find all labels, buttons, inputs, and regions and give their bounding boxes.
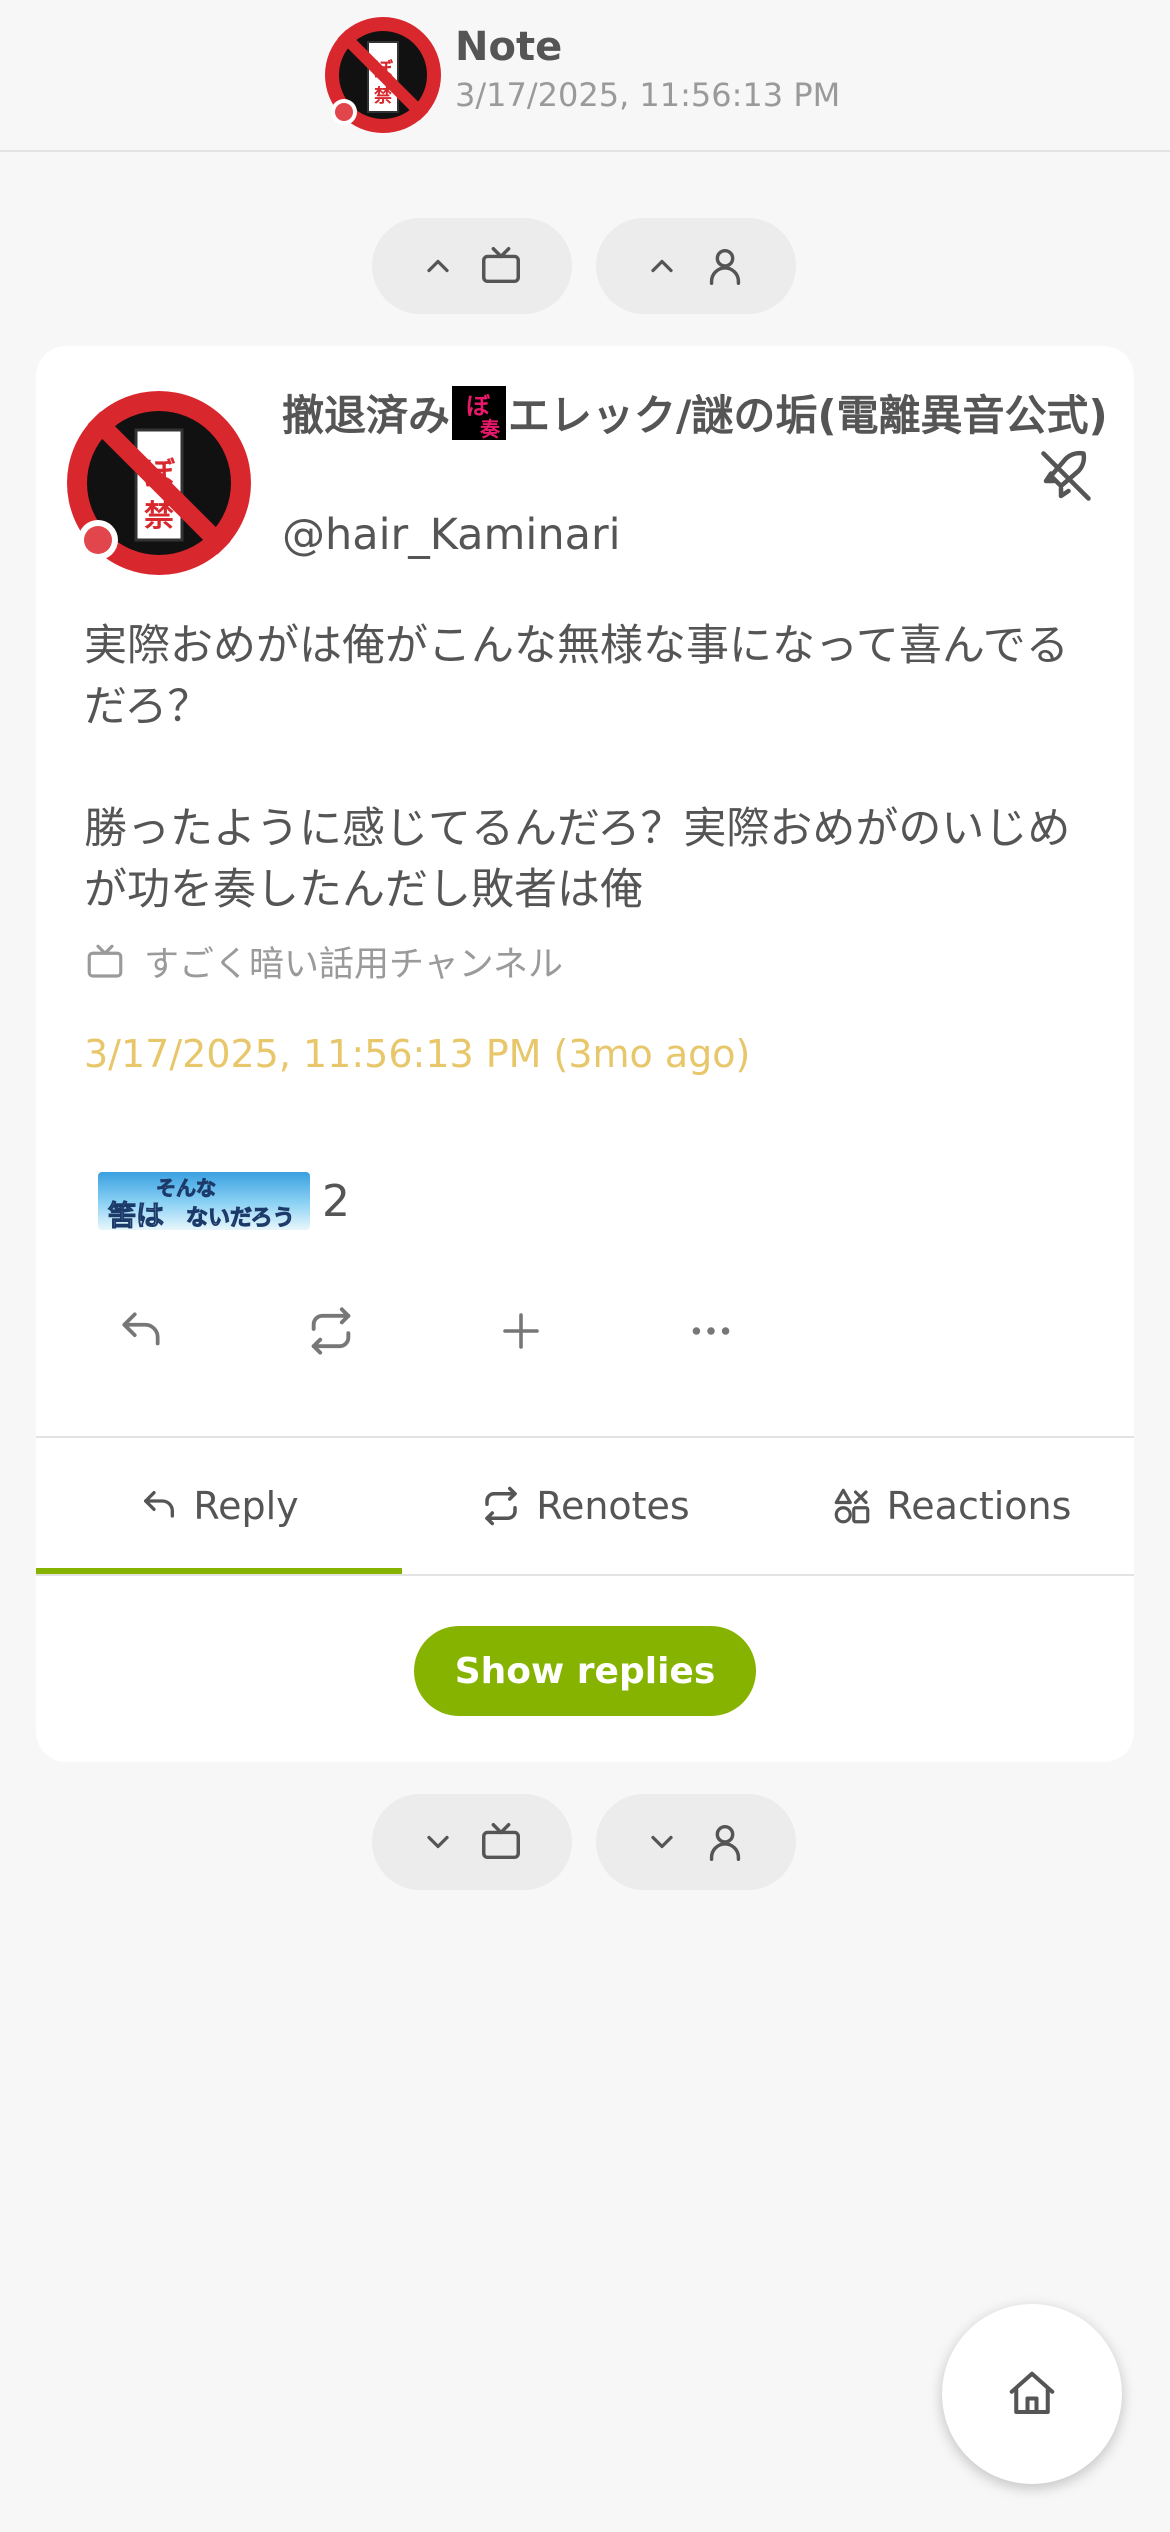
prev-channel-note-button[interactable] <box>372 218 572 314</box>
home-button[interactable] <box>942 2304 1122 2484</box>
reply-icon <box>122 1312 160 1346</box>
add-reaction-button[interactable] <box>486 1296 556 1366</box>
tv-icon <box>482 247 520 284</box>
note-actions <box>106 1296 806 1376</box>
prev-user-note-button[interactable] <box>596 218 796 314</box>
reactions-icon <box>834 1488 869 1524</box>
tab-label: Reactions <box>886 1484 1072 1528</box>
note-timestamp[interactable]: 3/17/2025, 11:56:13 PM (3mo ago) <box>84 1032 750 1076</box>
reaction-emoji-text: そんな <box>156 1176 217 1201</box>
chevron-up-icon <box>427 259 449 273</box>
note-text: 実際おめがは俺がこんな無様な事になって喜んでるだろ？ 勝ったように感じてるんだろ… <box>84 621 1071 915</box>
more-button[interactable] <box>676 1296 746 1366</box>
home-icon <box>1009 2371 1055 2415</box>
page-header: ぼ 禁 Note 3/17/2025, 11:56:13 PM <box>0 0 1170 152</box>
svg-text:奏: 奏 <box>479 417 501 440</box>
rocket-off-icon <box>1041 450 1091 501</box>
custom-emoji-icon: ぼ奏 <box>452 386 507 441</box>
display-name-prefix: 撤退済み <box>282 391 451 440</box>
reaction-emoji-text: ないだろう <box>186 1206 296 1231</box>
show-replies-button[interactable]: Show replies <box>414 1626 756 1716</box>
user-display-name[interactable]: 撤退済みぼ奏エレック/謎の垢(電離異音公式) <box>282 386 1112 445</box>
tabs-divider-bottom <box>36 1574 1134 1576</box>
renote-button[interactable] <box>296 1296 366 1366</box>
channel-name: すごく暗い話用チャンネル <box>144 945 563 985</box>
chevron-down-icon <box>427 1835 449 1849</box>
user-handle[interactable]: @hair_Kaminari <box>282 510 621 560</box>
tab-reactions[interactable]: Reactions <box>768 1438 1134 1574</box>
tv-icon <box>87 944 123 978</box>
note-card: ぼ 禁 撤退済みぼ奏エレック/謎の垢(電離異音公式) @hair_Kaminar… <box>36 346 1134 1762</box>
chevron-up-icon <box>651 259 673 273</box>
renote-icon <box>485 1486 517 1526</box>
more-dots-icon <box>692 1327 730 1335</box>
header-avatar[interactable]: ぼ 禁 <box>322 14 444 136</box>
page-subtitle: 3/17/2025, 11:56:13 PM <box>455 76 841 114</box>
note-tabs: Reply Renotes Reactions <box>36 1438 1134 1574</box>
page-title: Note <box>455 24 563 70</box>
next-user-note-button[interactable] <box>596 1794 796 1890</box>
chevron-down-icon <box>651 1835 673 1849</box>
tab-label: Renotes <box>536 1484 690 1528</box>
user-icon <box>709 248 741 285</box>
tab-reply[interactable]: Reply <box>36 1438 402 1574</box>
reply-button[interactable] <box>106 1296 176 1366</box>
tab-label: Reply <box>193 1484 299 1528</box>
reaction-emoji-image: そんな 筈は ないだろう <box>98 1172 310 1230</box>
user-icon <box>709 1824 741 1861</box>
reply-icon <box>144 1491 175 1518</box>
plus-icon <box>503 1313 539 1349</box>
reaction-count: 2 <box>322 1175 350 1227</box>
tv-icon <box>482 1823 520 1860</box>
channel-link[interactable]: すごく暗い話用チャンネル <box>84 936 563 987</box>
renote-icon <box>311 1307 351 1355</box>
svg-text:ぼ: ぼ <box>466 392 491 420</box>
reaction-button[interactable]: そんな 筈は ないだろう 2 <box>98 1172 350 1230</box>
display-name-suffix: エレック/謎の垢(電離異音公式) <box>508 391 1108 440</box>
note-avatar[interactable]: ぼ 禁 <box>64 388 254 578</box>
next-channel-note-button[interactable] <box>372 1794 572 1890</box>
tab-renotes[interactable]: Renotes <box>402 1438 768 1574</box>
reaction-emoji-text: 筈は <box>107 1199 165 1231</box>
